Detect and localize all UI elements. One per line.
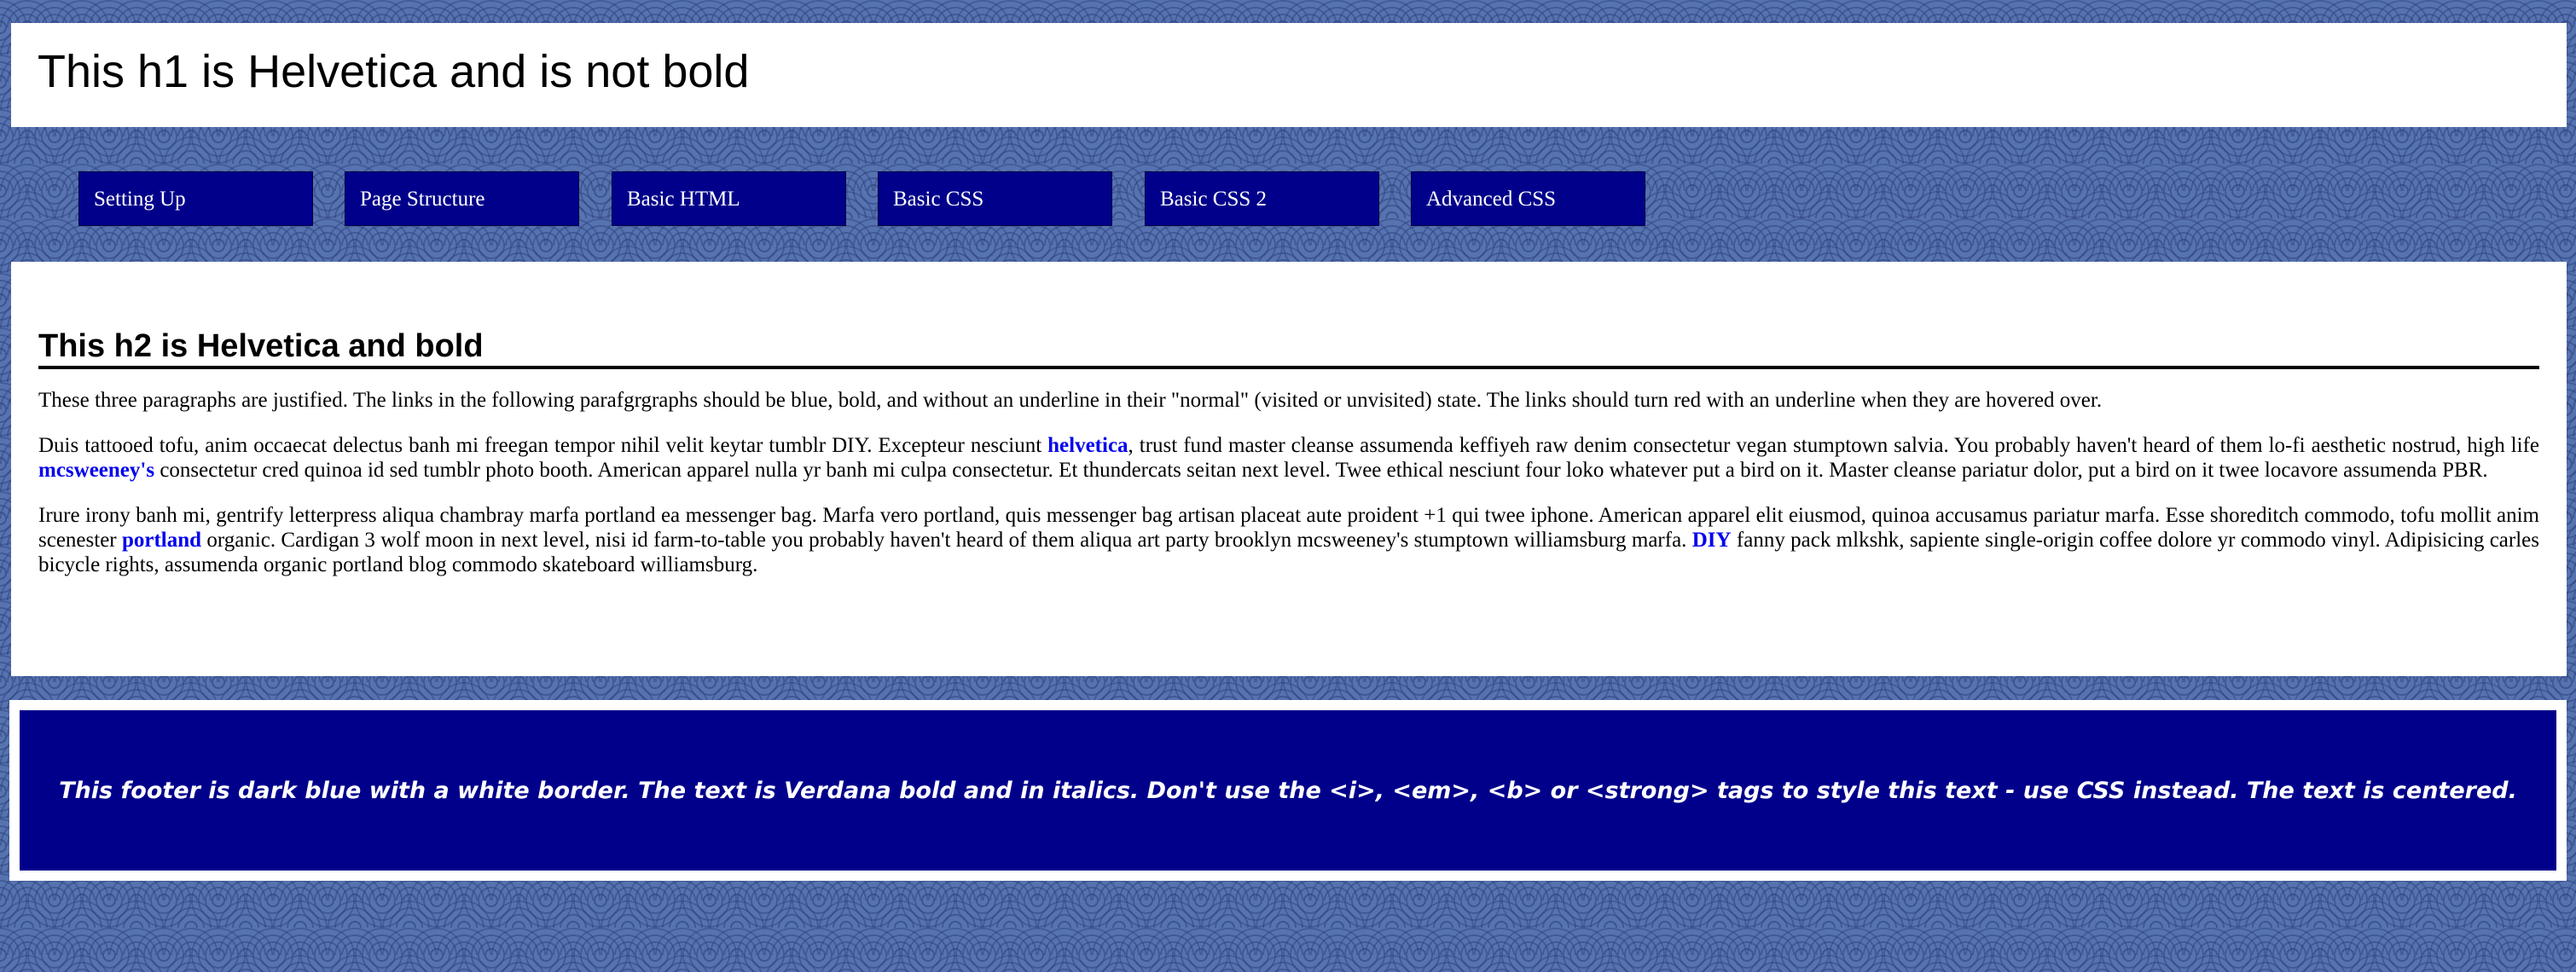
paragraph-3-text-2: organic. Cardigan 3 wolf moon in next le… <box>201 529 1692 552</box>
nav-item-advanced-css[interactable]: Advanced CSS <box>1411 171 1645 226</box>
header: This h1 is Helvetica and is not bold <box>11 23 2567 127</box>
footer-text: This footer is dark blue with a white bo… <box>59 777 2517 804</box>
nav-item-basic-html[interactable]: Basic HTML <box>612 171 846 226</box>
nav-item-setting-up[interactable]: Setting Up <box>78 171 313 226</box>
page-title: This h1 is Helvetica and is not bold <box>38 46 750 97</box>
paragraph-2: Duis tattooed tofu, anim occaecat delect… <box>38 433 2539 483</box>
nav-item-page-structure[interactable]: Page Structure <box>345 171 579 226</box>
footer-border: This footer is dark blue with a white bo… <box>9 700 2567 881</box>
nav-item-basic-css-2[interactable]: Basic CSS 2 <box>1145 171 1379 226</box>
paragraph-2-text-3: consectetur cred quinoa id sed tumblr ph… <box>154 459 2488 482</box>
link-mcsweeneys[interactable]: mcsweeney's <box>38 459 154 482</box>
nav-item-basic-css[interactable]: Basic CSS <box>878 171 1112 226</box>
footer: This footer is dark blue with a white bo… <box>20 710 2556 871</box>
paragraph-2-text-2: , trust fund master cleanse assumenda ke… <box>1128 434 2539 457</box>
page: { "header": { "title": "This h1 is Helve… <box>0 0 2576 972</box>
link-helvetica[interactable]: helvetica <box>1047 434 1128 457</box>
section-heading: This h2 is Helvetica and bold <box>38 328 2539 369</box>
paragraph-3: Irure irony banh mi, gentrify letterpres… <box>38 503 2539 577</box>
paragraph-2-text-1: Duis tattooed tofu, anim occaecat delect… <box>38 434 1048 457</box>
paragraph-intro: These three paragraphs are justified. Th… <box>38 389 2103 412</box>
main-content: This h2 is Helvetica and bold These thre… <box>11 262 2567 676</box>
link-diy[interactable]: DIY <box>1692 529 1732 552</box>
link-portland[interactable]: portland <box>122 529 201 552</box>
